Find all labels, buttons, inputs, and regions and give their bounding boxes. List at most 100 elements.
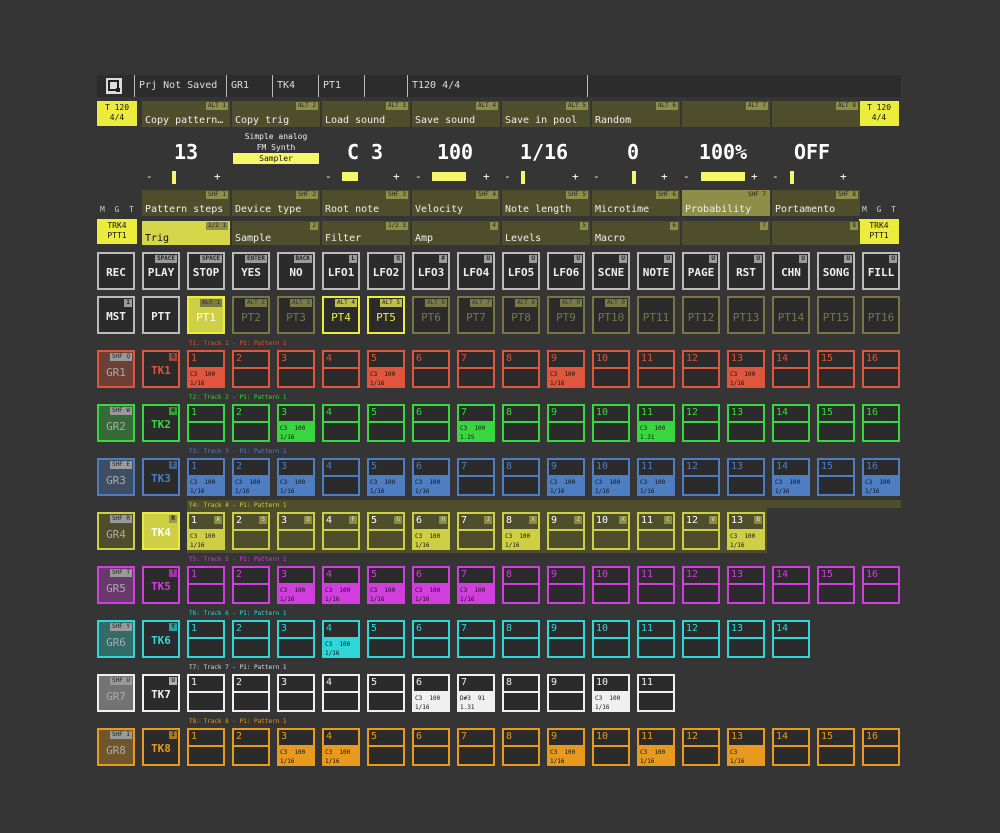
- minus-icon[interactable]: -: [325, 170, 332, 183]
- step-2-2[interactable]: 2: [232, 404, 270, 442]
- step-5-4[interactable]: 4 C3 100 1/16: [322, 566, 360, 604]
- step-7-6[interactable]: 6 C3 100 1/16: [412, 674, 450, 712]
- group-button-7[interactable]: GR7 SHF U: [97, 674, 135, 712]
- step-7-7[interactable]: 7 D#3 91 1.31: [457, 674, 495, 712]
- encoder-header-8[interactable]: ALT 8: [772, 101, 860, 127]
- step-1-10[interactable]: 10: [592, 350, 630, 388]
- param-header-1[interactable]: SHF 1 Pattern steps: [142, 190, 230, 216]
- step-3-6[interactable]: 6 C3 100 1/16: [412, 458, 450, 496]
- minus-icon[interactable]: -: [415, 170, 422, 183]
- step-3-2[interactable]: 2 C3 100 1/16: [232, 458, 270, 496]
- step-1-12[interactable]: 12: [682, 350, 720, 388]
- encoder-header-4[interactable]: ALT 4 Save sound: [412, 101, 500, 127]
- step-8-11[interactable]: 11 C3 100 1/16: [637, 728, 675, 766]
- pattern-3[interactable]: PT3 ALT 3: [277, 296, 315, 334]
- device-type-selector[interactable]: Simple analog FM Synth Sampler: [233, 131, 319, 167]
- button-rst[interactable]: RST U: [727, 252, 765, 290]
- step-6-13[interactable]: 13: [727, 620, 765, 658]
- button-song[interactable]: SONG U: [817, 252, 855, 290]
- step-4-5[interactable]: 5G: [367, 512, 405, 550]
- plus-icon[interactable]: +: [661, 170, 668, 183]
- param-header-5[interactable]: SHF 5 Note length: [502, 190, 590, 216]
- group-button-3[interactable]: GR3 SHF E: [97, 458, 135, 496]
- pattern-5[interactable]: PT5 ALT 5: [367, 296, 405, 334]
- button-lfo4[interactable]: LFO4 U: [457, 252, 495, 290]
- button-lfo5[interactable]: LFO5 U: [502, 252, 540, 290]
- step-2-14[interactable]: 14: [772, 404, 810, 442]
- button-scne[interactable]: SCNE U: [592, 252, 630, 290]
- step-6-7[interactable]: 7: [457, 620, 495, 658]
- step-8-15[interactable]: 15: [817, 728, 855, 766]
- step-6-9[interactable]: 9: [547, 620, 585, 658]
- track-button-6[interactable]: TK6 Y: [142, 620, 180, 658]
- tab-1[interactable]: 1/2 1 Trig: [142, 221, 230, 245]
- step-4-8[interactable]: 8 C3 100 1/16 X: [502, 512, 540, 550]
- step-6-4[interactable]: 4 C3 100 1/16: [322, 620, 360, 658]
- track-button-2[interactable]: TK2 W: [142, 404, 180, 442]
- step-8-14[interactable]: 14: [772, 728, 810, 766]
- track-button-7[interactable]: TK7 U: [142, 674, 180, 712]
- group-button-4[interactable]: GR4 SHF R: [97, 512, 135, 550]
- step-6-1[interactable]: 1: [187, 620, 225, 658]
- minus-icon[interactable]: -: [504, 170, 511, 183]
- track-button-4[interactable]: TK4 R: [142, 512, 180, 550]
- param-header-6[interactable]: SHF 6 Microtime: [592, 190, 680, 216]
- step-3-11[interactable]: 11 C3 100 1/16: [637, 458, 675, 496]
- pattern-13[interactable]: PT13: [727, 296, 765, 334]
- tab-6[interactable]: 6 Macro: [592, 221, 680, 245]
- step-7-9[interactable]: 9: [547, 674, 585, 712]
- step-1-1[interactable]: 1 C3 100 1/16: [187, 350, 225, 388]
- step-5-1[interactable]: 1: [187, 566, 225, 604]
- step-6-8[interactable]: 8: [502, 620, 540, 658]
- group-button-6[interactable]: GR6 SHF Y: [97, 620, 135, 658]
- step-5-3[interactable]: 3 C3 100 1/16: [277, 566, 315, 604]
- step-1-11[interactable]: 11: [637, 350, 675, 388]
- step-8-8[interactable]: 8: [502, 728, 540, 766]
- plus-icon[interactable]: +: [751, 170, 758, 183]
- step-5-6[interactable]: 6 C3 100 1/16: [412, 566, 450, 604]
- step-4-6[interactable]: 6 C3 100 1/16 H: [412, 512, 450, 550]
- step-4-2[interactable]: 2S: [232, 512, 270, 550]
- button-page[interactable]: PAGE U: [682, 252, 720, 290]
- encoder-header-1[interactable]: ALT 1 Copy pattern…: [142, 101, 230, 127]
- step-6-12[interactable]: 12: [682, 620, 720, 658]
- group-button-2[interactable]: GR2 SHF W: [97, 404, 135, 442]
- minus-icon[interactable]: -: [772, 170, 779, 183]
- step-2-4[interactable]: 4: [322, 404, 360, 442]
- step-7-3[interactable]: 3: [277, 674, 315, 712]
- button-lfo3[interactable]: LFO3 #: [412, 252, 450, 290]
- step-8-12[interactable]: 12: [682, 728, 720, 766]
- button-lfo1[interactable]: LFO1 L: [322, 252, 360, 290]
- step-3-9[interactable]: 9 C3 100 1/16: [547, 458, 585, 496]
- step-5-13[interactable]: 13: [727, 566, 765, 604]
- step-2-3[interactable]: 3 C3 100 1/16: [277, 404, 315, 442]
- step-5-16[interactable]: 16: [862, 566, 900, 604]
- step-3-10[interactable]: 10 C3 100 1/16: [592, 458, 630, 496]
- step-3-5[interactable]: 5 C3 100 1/16: [367, 458, 405, 496]
- step-4-4[interactable]: 4F: [322, 512, 360, 550]
- step-5-11[interactable]: 11: [637, 566, 675, 604]
- device-type-option[interactable]: Sampler: [233, 153, 319, 164]
- param-header-8[interactable]: SHF 8 Portamento: [772, 190, 860, 216]
- pattern-11[interactable]: PT11: [637, 296, 675, 334]
- step-5-5[interactable]: 5 C3 100 1/16: [367, 566, 405, 604]
- tab-4[interactable]: 4 Amp: [412, 221, 500, 245]
- step-3-15[interactable]: 15: [817, 458, 855, 496]
- step-1-4[interactable]: 4: [322, 350, 360, 388]
- step-1-2[interactable]: 2: [232, 350, 270, 388]
- step-2-12[interactable]: 12: [682, 404, 720, 442]
- step-3-4[interactable]: 4: [322, 458, 360, 496]
- param-header-3[interactable]: SHF 3 Root note: [322, 190, 410, 216]
- button-lfo6[interactable]: LFO6 U: [547, 252, 585, 290]
- step-3-1[interactable]: 1 C3 100 1/16: [187, 458, 225, 496]
- minus-icon[interactable]: -: [593, 170, 600, 183]
- step-3-8[interactable]: 8: [502, 458, 540, 496]
- step-8-3[interactable]: 3 C3 100 1/16: [277, 728, 315, 766]
- encoder-header-2[interactable]: ALT 2 Copy trig: [232, 101, 320, 127]
- step-5-15[interactable]: 15: [817, 566, 855, 604]
- step-6-3[interactable]: 3: [277, 620, 315, 658]
- step-4-11[interactable]: 11 C: [637, 512, 675, 550]
- step-7-4[interactable]: 4: [322, 674, 360, 712]
- encoder-header-7[interactable]: ALT 7: [682, 101, 770, 127]
- step-8-6[interactable]: 6: [412, 728, 450, 766]
